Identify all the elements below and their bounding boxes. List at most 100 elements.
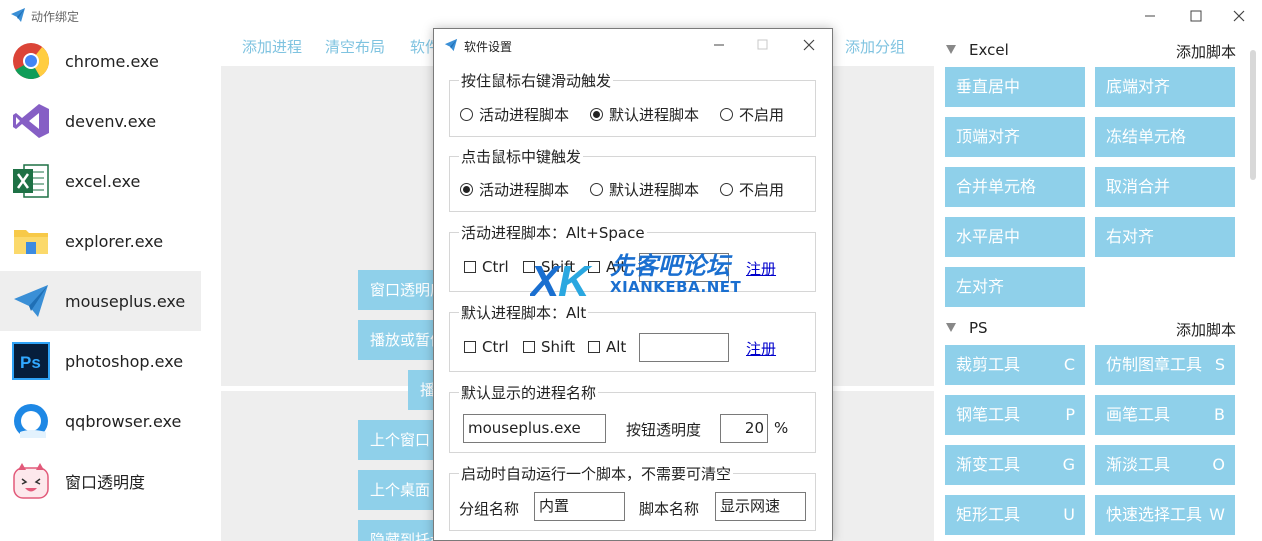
script-name-input[interactable]: 显示网速 (715, 492, 806, 521)
checkbox[interactable] (523, 341, 535, 353)
script-button[interactable]: 快速选择工具 W (1095, 495, 1235, 535)
close-button[interactable] (1216, 0, 1262, 31)
radio-button[interactable] (460, 108, 473, 121)
script-button[interactable]: 右对齐 (1095, 217, 1235, 257)
process-item-excel[interactable]: excel.exe (0, 151, 201, 211)
group-name-label: 分组名称 (459, 500, 520, 518)
add-process-link[interactable]: 添加进程 (242, 36, 302, 57)
process-label: devenv.exe (65, 111, 157, 131)
script-label: 顶端对齐 (956, 127, 1021, 146)
script-button[interactable]: 顶端对齐 (945, 117, 1085, 157)
scrollbar-thumb[interactable] (1250, 50, 1256, 180)
shortcut-key: W (1209, 505, 1225, 524)
default-shift-checkbox[interactable]: Shift (523, 338, 575, 356)
script-label: 左对齐 (956, 277, 1005, 296)
process-item-photoshop[interactable]: Ps photoshop.exe (0, 331, 201, 391)
script-button[interactable]: 底端对齐 (1095, 67, 1235, 107)
excel-icon (13, 164, 49, 198)
play-button[interactable]: 播放 (408, 370, 433, 410)
script-button[interactable]: 取消合并 (1095, 167, 1235, 207)
default-alt-checkbox[interactable]: Alt (588, 338, 626, 356)
watermark-url: XIANKEBA.NET (610, 278, 742, 296)
middle-click-option-disabled[interactable]: 不启用 (720, 179, 784, 200)
dialog-minimize-button[interactable] (696, 29, 742, 60)
process-item-window-transparency[interactable]: 窗口透明度 (0, 451, 201, 511)
script-label: 画笔工具 (1106, 405, 1171, 424)
script-name-label: 脚本名称 (639, 500, 700, 518)
radio-button[interactable] (590, 183, 603, 196)
right-drag-option-default[interactable]: 默认进程脚本 (590, 104, 699, 125)
script-button[interactable]: 画笔工具 B (1095, 395, 1235, 435)
software-settings-link[interactable]: 软件设置 (410, 36, 434, 57)
collapse-triangle-icon[interactable] (946, 45, 956, 54)
default-process-input[interactable]: mouseplus.exe (463, 414, 606, 443)
shortcut-key: S (1214, 355, 1225, 374)
clear-layout-link[interactable]: 清空布局 (325, 36, 385, 57)
active-ctrl-checkbox[interactable]: Ctrl (464, 258, 509, 276)
script-button[interactable]: 矩形工具 U (945, 495, 1085, 535)
script-button[interactable]: 仿制图章工具 S (1095, 345, 1235, 385)
dialog-close-button[interactable] (786, 29, 832, 60)
add-script-link[interactable]: 添加脚本 (1176, 41, 1236, 62)
script-button[interactable]: 渐淡工具 O (1095, 445, 1235, 485)
process-item-chrome[interactable]: chrome.exe (0, 31, 201, 91)
script-button[interactable]: 垂直居中 (945, 67, 1085, 107)
add-script-link[interactable]: 添加脚本 (1176, 319, 1236, 340)
middle-click-legend: 点击鼠标中键触发 (459, 146, 584, 167)
radio-button[interactable] (720, 183, 733, 196)
prev-window-button[interactable]: 上个窗口 (358, 420, 433, 460)
script-label: 渐变工具 (956, 455, 1021, 474)
collapse-triangle-icon[interactable] (946, 323, 956, 332)
minimize-icon (1145, 15, 1155, 16)
script-button[interactable]: 合并单元格 (945, 167, 1085, 207)
group-name-input[interactable]: 内置 (534, 492, 625, 521)
script-label: 渐淡工具 (1106, 455, 1171, 474)
checkbox[interactable] (588, 341, 600, 353)
play-pause-button[interactable]: 播放或暂停 (358, 320, 433, 360)
right-drag-legend: 按住鼠标右键滑动触发 (459, 70, 614, 91)
script-button[interactable]: 冻结单元格 (1095, 117, 1235, 157)
group-header-ps[interactable]: PS 添加脚本 (946, 317, 1236, 341)
script-button[interactable]: 裁剪工具 C (945, 345, 1085, 385)
process-item-explorer[interactable]: explorer.exe (0, 211, 201, 271)
right-drag-option-active[interactable]: 活动进程脚本 (460, 104, 569, 125)
process-item-devenv[interactable]: devenv.exe (0, 91, 201, 151)
script-button[interactable]: 水平居中 (945, 217, 1085, 257)
checkbox[interactable] (464, 341, 476, 353)
minimize-button[interactable] (1127, 0, 1173, 31)
radio-button[interactable] (460, 183, 473, 196)
middle-click-option-active[interactable]: 活动进程脚本 (460, 179, 569, 200)
process-item-qqbrowser[interactable]: qqbrowser.exe (0, 391, 201, 451)
radio-button[interactable] (720, 108, 733, 121)
hide-to-tray-button[interactable]: 隐藏到托盘 (358, 520, 433, 541)
maximize-button[interactable] (1173, 0, 1219, 31)
default-register-link[interactable]: 注册 (746, 338, 776, 359)
photoshop-icon: Ps (12, 342, 50, 380)
script-label: 垂直居中 (956, 77, 1021, 96)
shortcut-key: B (1214, 405, 1225, 424)
group-header-excel[interactable]: Excel 添加脚本 (946, 39, 1236, 63)
prev-desktop-button[interactable]: 上个桌面 (358, 470, 433, 510)
right-drag-option-disabled[interactable]: 不启用 (720, 104, 784, 125)
default-hotkey-input[interactable] (639, 333, 729, 362)
visual-studio-icon (13, 104, 49, 138)
window-transparency-button[interactable]: 窗口透明度 (358, 270, 433, 310)
default-hotkey-legend: 默认进程脚本：Alt (459, 302, 589, 323)
script-button[interactable]: 左对齐 (945, 267, 1085, 307)
folder-icon (14, 230, 48, 254)
opacity-input[interactable]: 20 (720, 414, 768, 443)
script-button[interactable]: 渐变工具 G (945, 445, 1085, 485)
script-button[interactable]: 钢笔工具 P (945, 395, 1085, 435)
process-label: excel.exe (65, 171, 141, 191)
active-hotkey-legend: 活动进程脚本：Alt+Space (459, 222, 647, 243)
default-ctrl-checkbox[interactable]: Ctrl (464, 338, 509, 356)
script-label: 水平居中 (956, 227, 1021, 246)
opacity-label: 按钮透明度 (626, 421, 702, 439)
checkbox[interactable] (464, 261, 476, 273)
process-item-mouseplus[interactable]: mouseplus.exe (0, 271, 201, 331)
add-group-link[interactable]: 添加分组 (845, 36, 905, 57)
process-label: 窗口透明度 (65, 473, 146, 492)
middle-click-option-default[interactable]: 默认进程脚本 (590, 179, 699, 200)
active-register-link[interactable]: 注册 (746, 258, 776, 279)
radio-button[interactable] (590, 108, 603, 121)
